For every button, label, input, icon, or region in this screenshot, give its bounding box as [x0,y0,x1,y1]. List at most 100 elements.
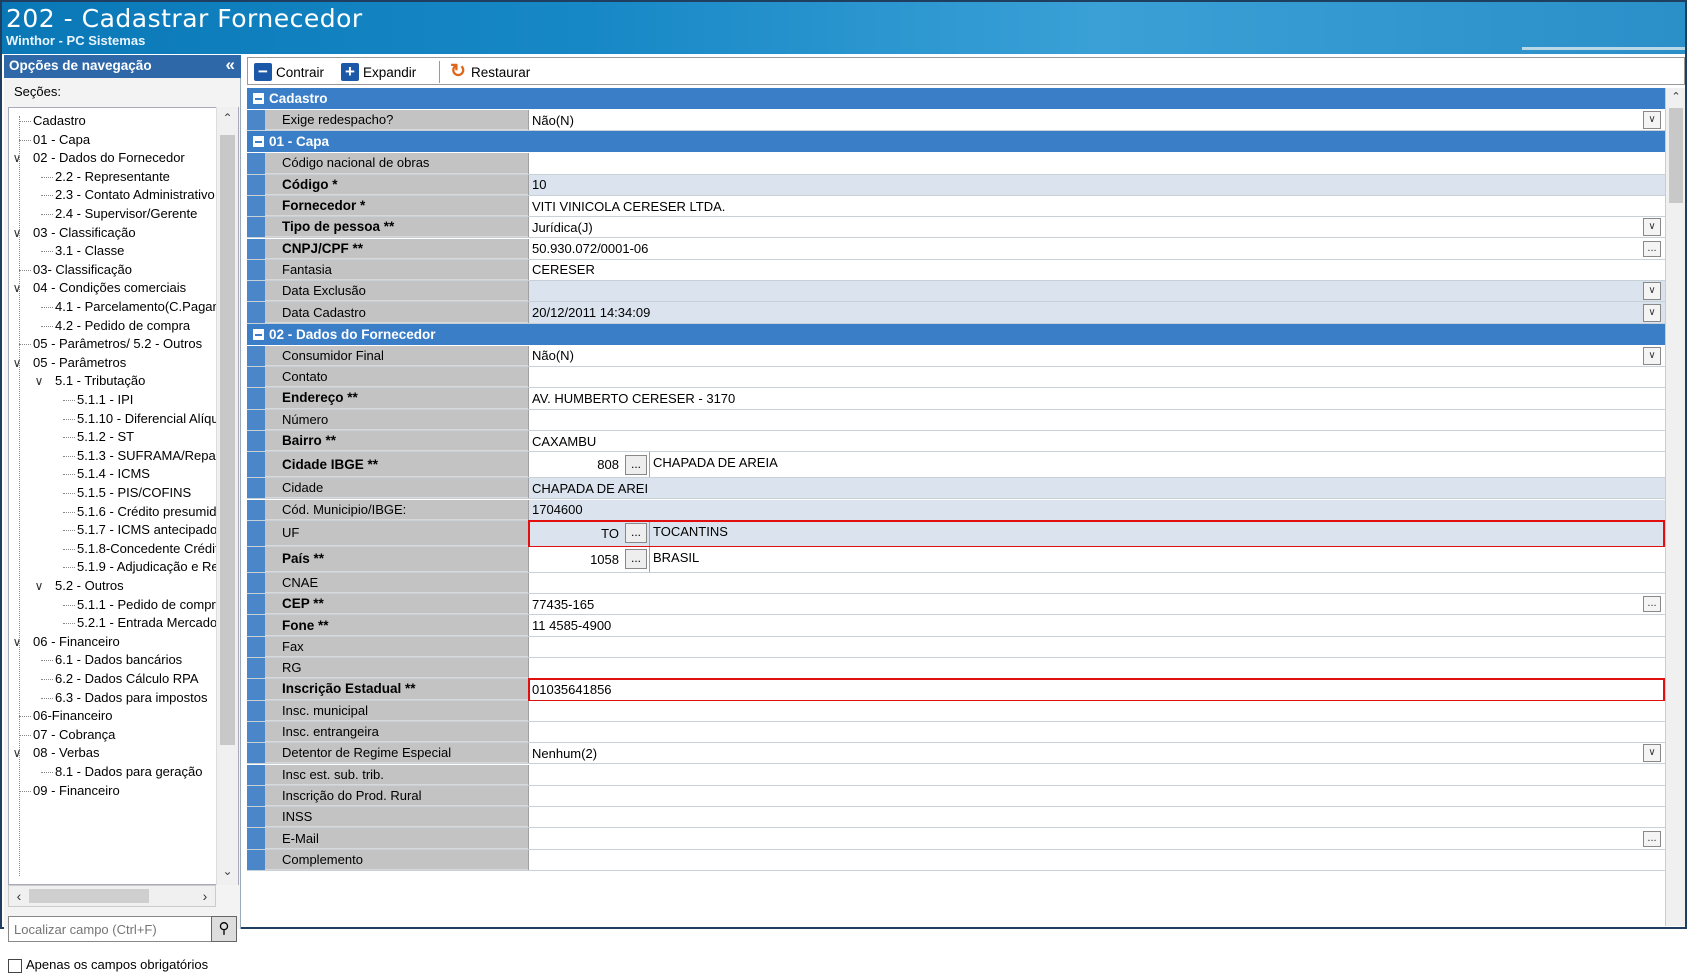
scroll-up-icon[interactable]: ⌃ [217,107,238,129]
lookup-code[interactable]: 808 [529,452,623,477]
field-value[interactable]: ... [528,828,1665,849]
lookup-code[interactable]: TO [529,521,623,546]
ellipsis-button[interactable]: ... [1643,830,1661,847]
ellipsis-button[interactable]: ... [1643,596,1661,613]
field-value[interactable] [528,153,1665,174]
tree-item[interactable]: Cadastro [33,111,86,131]
field-value[interactable] [528,849,1665,870]
tree-item[interactable]: 5.1.7 - ICMS antecipado [77,520,217,540]
tree-item[interactable]: 05 - Parâmetros [33,353,126,373]
section-header[interactable]: 02 - Dados do Fornecedor [247,323,1665,345]
section-header[interactable]: 01 - Capa [247,131,1665,153]
scroll-down-icon[interactable]: ⌄ [217,860,238,882]
field-value[interactable]: 10 [528,174,1665,195]
chevron-down-icon[interactable]: ∨ [1643,218,1661,237]
field-value[interactable] [528,785,1665,807]
tree-horizontal-scrollbar[interactable]: ‹ › [8,885,216,907]
tree-item[interactable]: 01 - Capa [33,130,90,150]
tree-item[interactable]: 5.1.10 - Diferencial Alíquota [77,409,237,429]
field-value[interactable]: Nenhum(2) ∨ [528,743,1665,764]
expand-chevron-icon[interactable]: ∨ [11,746,23,760]
tree-item[interactable]: 06 - Financeiro [33,632,120,652]
expand-chevron-icon[interactable]: ∨ [33,374,45,388]
chevron-down-icon[interactable]: ∨ [1643,111,1661,130]
tree-item[interactable]: 03 - Classificação [33,223,136,243]
expand-chevron-icon[interactable]: ∨ [11,356,23,370]
field-value[interactable]: 50.930.072/0001-06... [528,238,1665,259]
hscroll-thumb[interactable] [29,889,149,903]
section-header[interactable]: Cadastro [247,88,1665,109]
lookup-button[interactable]: ... [625,523,647,544]
expand-chevron-icon[interactable]: ∨ [11,226,23,240]
field-value[interactable]: CAXAMBU [528,430,1665,452]
sections-tree[interactable]: Cadastro 01 - Capa ∨ 02 - Dados do Forneced… [8,107,239,885]
field-value[interactable]: CHAPADA DE AREI [528,478,1665,499]
field-value[interactable] [528,807,1665,828]
field-value[interactable]: ∨ [528,281,1665,302]
expand-chevron-icon[interactable]: ∨ [11,281,23,295]
tree-item[interactable]: 4.2 - Pedido de compra [55,316,190,336]
lookup-button[interactable]: ... [625,549,647,570]
tree-item[interactable]: 03- Classificação [33,260,132,280]
checkbox-box[interactable] [8,958,22,973]
search-field-input[interactable] [8,916,217,942]
tree-item[interactable]: 5.2 - Outros [55,576,124,596]
field-value[interactable] [528,572,1665,594]
tree-item[interactable]: 5.1.5 - PIS/COFINS [77,483,191,503]
field-value[interactable]: AV. HUMBERTO CERESER - 3170 [528,388,1665,409]
tree-item[interactable]: 07 - Cobrança [33,725,115,745]
tree-item[interactable]: 3.1 - Classe [55,241,124,261]
chevron-down-icon[interactable]: ∨ [1643,303,1661,322]
tree-item[interactable]: 5.1.4 - ICMS [77,464,150,484]
tree-item[interactable]: 2.3 - Contato Administrativo [55,185,215,205]
tree-item[interactable]: 8.1 - Dados para geração [55,762,202,782]
tree-item[interactable]: 5.1.2 - ST [77,427,134,447]
chevron-down-icon[interactable]: ∨ [1643,744,1661,763]
tree-item[interactable]: 5.1.1 - IPI [77,390,133,410]
field-value[interactable] [528,636,1665,657]
field-value[interactable]: 20/12/2011 14:34:09 ∨ [528,302,1665,323]
tree-item[interactable]: 2.4 - Supervisor/Gerente [55,204,197,224]
collapse-section-icon[interactable] [253,136,264,148]
expand-chevron-icon[interactable]: ∨ [11,151,23,165]
tree-item[interactable]: 05 - Parâmetros/ 5.2 - Outros [33,334,202,354]
field-value[interactable]: Jurídica(J) ∨ [528,217,1665,238]
field-value[interactable]: Não(N) ∨ [528,110,1665,131]
tree-item[interactable]: 4.1 - Parcelamento(C.Pagamento) [55,297,238,317]
field-value[interactable]: 1704600 [528,499,1665,520]
field-value[interactable]: 01035641856 [528,679,1665,700]
scroll-up-icon[interactable]: ⌃ [1666,88,1686,106]
tree-item[interactable]: 6.2 - Dados Cálculo RPA [55,669,199,689]
tree-item[interactable]: 02 - Dados do Fornecedor [33,148,185,168]
search-icon[interactable]: ⚲ [211,916,237,942]
tree-item[interactable]: 5.1 - Tributação [55,371,145,391]
tree-item[interactable]: 04 - Condições comerciais [33,278,186,298]
only-required-checkbox[interactable]: Apenas os campos obrigatórios [8,957,208,973]
restaurar-button[interactable]: ↻ Restaurar [449,61,530,83]
field-value[interactable]: 77435-165... [528,594,1665,615]
scroll-right-icon[interactable]: › [195,886,215,906]
tree-item[interactable]: 06-Financeiro [33,706,113,726]
field-value[interactable] [528,658,1665,679]
field-value[interactable]: 808... CHAPADA DE AREIA [528,452,1665,478]
tree-item[interactable]: 5.1.1 - Pedido de compra [77,595,223,615]
tree-vertical-scrollbar[interactable]: ⌃ ⌄ [216,107,238,885]
field-value[interactable] [528,764,1665,785]
chevron-down-icon[interactable]: ∨ [1643,282,1661,301]
expand-chevron-icon[interactable]: ∨ [33,579,45,593]
ellipsis-button[interactable]: ... [1643,240,1661,257]
field-value[interactable]: 11 4585-4900 [528,615,1665,636]
field-value[interactable] [528,409,1665,430]
tree-item[interactable]: 5.1.8-Concedente Crédito [77,539,226,559]
collapse-section-icon[interactable] [253,328,264,340]
field-value[interactable]: CERESER [528,259,1665,281]
tree-item[interactable]: 6.1 - Dados bancários [55,650,182,670]
tree-item[interactable]: 5.1.3 - SUFRAMA/Repasse [77,446,236,466]
grid-vertical-scrollbar[interactable]: ⌃ [1665,88,1685,926]
field-value[interactable]: TO... TOCANTINS [528,520,1665,546]
scroll-left-icon[interactable]: ‹ [9,886,29,906]
expand-chevron-icon[interactable]: ∨ [11,635,23,649]
field-value[interactable]: VITI VINICOLA CERESER LTDA. [528,195,1665,217]
collapse-panel-icon[interactable]: « [226,55,235,75]
scroll-thumb[interactable] [1669,108,1683,203]
